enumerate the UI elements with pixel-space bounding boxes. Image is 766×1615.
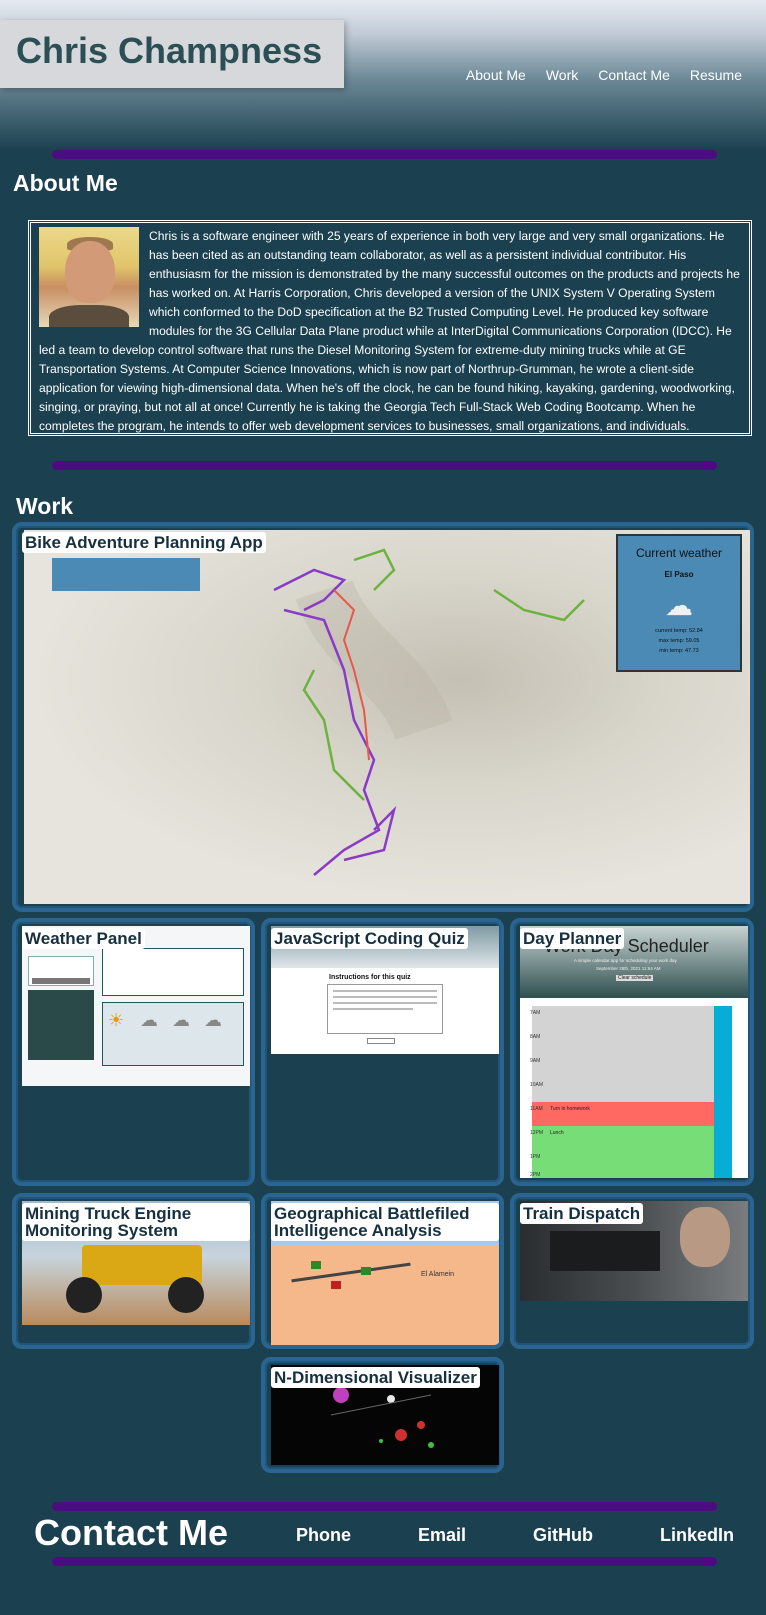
project-title[interactable]: Mining Truck Engine Monitoring System bbox=[22, 1203, 250, 1241]
project-card-mining[interactable]: Mining Truck Engine Monitoring System bbox=[12, 1193, 255, 1349]
project-card-weather[interactable]: ☀ ☁ ☁ ☁ Weather Panel bbox=[12, 918, 255, 1186]
about-panel: Chris is a software engineer with 25 yea… bbox=[28, 220, 752, 436]
section-divider bbox=[52, 1502, 717, 1511]
project-card-planner[interactable]: Work Day Scheduler A simple calendar app… bbox=[510, 918, 754, 1186]
project-title[interactable]: Bike Adventure Planning App bbox=[22, 532, 266, 553]
profile-photo bbox=[39, 227, 139, 327]
site-header: Chris Champness About Me Work Contact Me… bbox=[0, 0, 766, 150]
clear-schedule-button: Clear schedule bbox=[616, 975, 654, 981]
contact-github-link[interactable]: GitHub bbox=[533, 1525, 593, 1546]
section-divider bbox=[52, 461, 717, 470]
contact-email-link[interactable]: Email bbox=[418, 1525, 466, 1546]
project-title[interactable]: Train Dispatch bbox=[520, 1203, 644, 1224]
contact-heading: Contact Me bbox=[34, 1512, 229, 1553]
project-title[interactable]: Day Planner bbox=[520, 928, 625, 949]
nav-work[interactable]: Work bbox=[546, 67, 578, 83]
project-card-battlefield[interactable]: El Alamein Geographical Battlefiled Inte… bbox=[261, 1193, 504, 1349]
section-divider bbox=[52, 1557, 717, 1566]
project-title[interactable]: N-Dimensional Visualizer bbox=[271, 1367, 480, 1388]
cloud-sun-icon: ☁ bbox=[665, 590, 693, 621]
contact-linkedin-link[interactable]: LinkedIn bbox=[660, 1525, 734, 1546]
sun-icon: ☀ bbox=[108, 1010, 125, 1030]
weather-panel-screenshot: ☀ ☁ ☁ ☁ bbox=[22, 926, 250, 1086]
project-card-train[interactable]: Train Dispatch bbox=[510, 1193, 754, 1349]
nav-resume[interactable]: Resume bbox=[690, 67, 742, 83]
nav-contact[interactable]: Contact Me bbox=[598, 67, 670, 83]
about-heading: About Me bbox=[13, 170, 118, 196]
project-title[interactable]: Weather Panel bbox=[22, 928, 145, 949]
weather-widget: Current weather El Paso ☁ current temp: … bbox=[616, 534, 742, 672]
main-nav: About Me Work Contact Me Resume bbox=[466, 67, 742, 83]
planner-screenshot: Work Day Scheduler A simple calendar app… bbox=[520, 926, 748, 1178]
project-title[interactable]: JavaScript Coding Quiz bbox=[271, 928, 468, 949]
work-heading: Work bbox=[16, 493, 74, 519]
cloud-icon: ☁ bbox=[140, 1010, 158, 1030]
cloud-icon: ☁ bbox=[172, 1010, 190, 1030]
project-card-bike[interactable]: Current weather El Paso ☁ current temp: … bbox=[12, 522, 754, 912]
project-card-visualizer[interactable]: N-Dimensional Visualizer bbox=[261, 1357, 504, 1473]
cloud-icon: ☁ bbox=[204, 1010, 222, 1030]
bio-text: Chris is a software engineer with 25 yea… bbox=[39, 229, 740, 433]
project-card-quiz[interactable]: Instructions for this quiz JavaScript Co… bbox=[261, 918, 504, 1186]
section-divider bbox=[52, 150, 717, 159]
site-title: Chris Champness bbox=[16, 30, 323, 71]
bike-app-screenshot: Current weather El Paso ☁ current temp: … bbox=[24, 530, 750, 904]
nav-about[interactable]: About Me bbox=[466, 67, 526, 83]
contact-phone-link[interactable]: Phone bbox=[296, 1525, 351, 1546]
project-title[interactable]: Geographical Battlefiled Intelligence An… bbox=[271, 1203, 499, 1241]
